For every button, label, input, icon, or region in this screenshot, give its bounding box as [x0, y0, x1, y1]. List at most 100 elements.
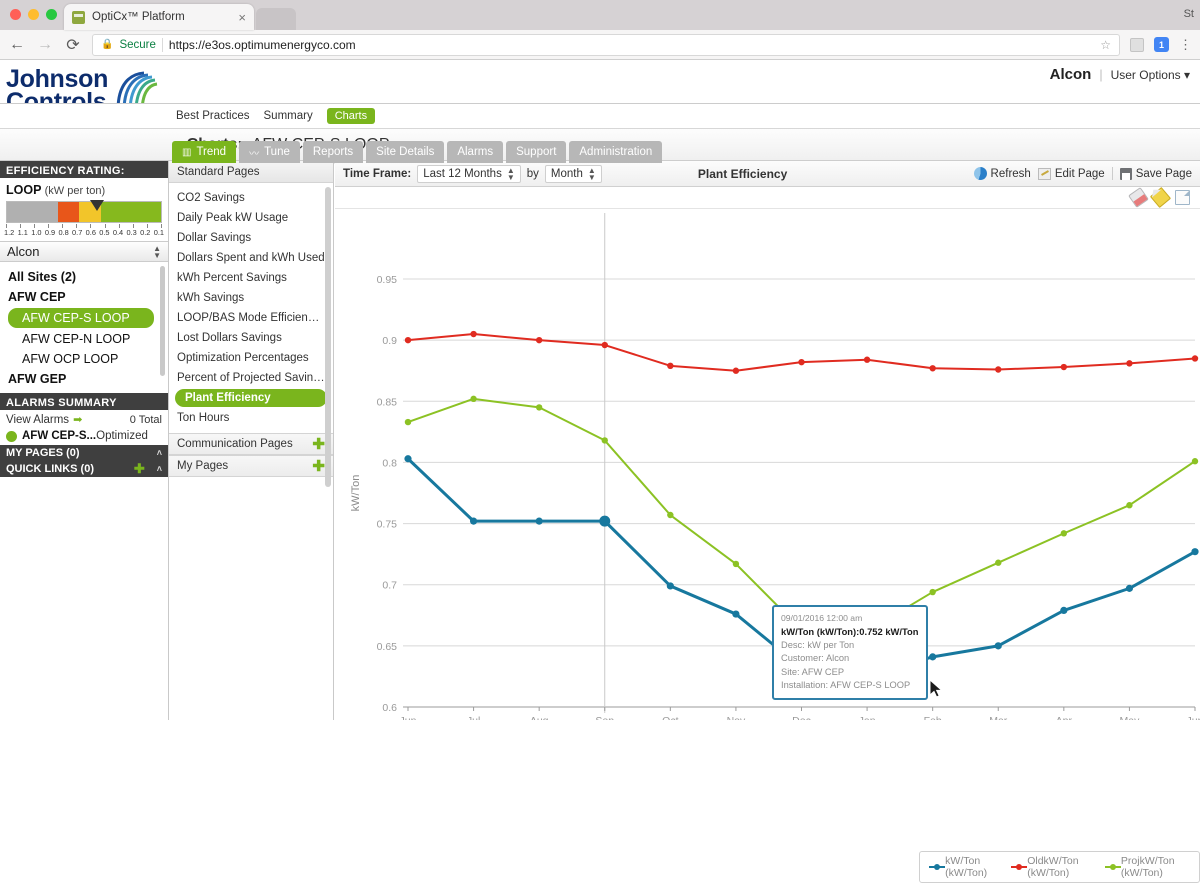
- tab-alarms[interactable]: Alarms: [447, 141, 504, 163]
- plus-icon[interactable]: ✚: [312, 457, 325, 475]
- data-point[interactable]: [1191, 548, 1199, 556]
- data-point[interactable]: [535, 517, 543, 525]
- export-document-icon[interactable]: [1175, 190, 1190, 205]
- data-point[interactable]: [1126, 360, 1133, 367]
- my-pages-section[interactable]: My Pages ✚: [169, 455, 333, 477]
- maximize-window-button[interactable]: [46, 9, 57, 20]
- save-page-button[interactable]: Save Page: [1119, 167, 1192, 180]
- site-item-afw-gep[interactable]: AFW GEP: [0, 369, 168, 389]
- page-item-loop-bas-mode[interactable]: LOOP/BAS Mode Efficiencies: [169, 308, 333, 328]
- refresh-button[interactable]: Refresh: [973, 167, 1031, 180]
- edit-page-button[interactable]: Edit Page: [1037, 167, 1105, 180]
- quick-links-bar[interactable]: QUICK LINKS (0) ✚ ˄: [0, 461, 168, 477]
- window-traffic-lights[interactable]: [10, 9, 57, 20]
- data-point[interactable]: [1125, 584, 1134, 592]
- data-point[interactable]: [666, 582, 674, 590]
- data-point[interactable]: [732, 610, 740, 618]
- sites-scrollbar[interactable]: [160, 266, 165, 376]
- extension-icon[interactable]: [1130, 37, 1144, 52]
- data-point[interactable]: [404, 336, 412, 344]
- legend-item-projkwton[interactable]: ProjkW/Ton (kW/Ton): [1104, 855, 1190, 879]
- page-item-dollars-spent[interactable]: Dollars Spent and kWh Used: [169, 248, 333, 268]
- data-point[interactable]: [995, 366, 1002, 373]
- view-alarms-row[interactable]: View Alarms ➡ 0 Total: [0, 410, 168, 429]
- page-item-kwh-percent-savings[interactable]: kWh Percent Savings: [169, 268, 333, 288]
- page-item-percent-projected[interactable]: Percent of Projected Savings A…: [169, 368, 333, 388]
- reload-icon[interactable]: ⟳: [64, 35, 82, 55]
- plus-icon[interactable]: ✚: [134, 461, 145, 477]
- data-point[interactable]: [1191, 458, 1199, 465]
- tab-trend[interactable]: ▥ Trend: [172, 141, 237, 163]
- line-chart-svg[interactable]: 0.60.650.70.750.80.850.90.95kW/TonJun201…: [335, 209, 1200, 720]
- data-point[interactable]: [929, 653, 937, 661]
- subtab-summary[interactable]: Summary: [264, 110, 313, 122]
- data-point[interactable]: [470, 395, 477, 403]
- communication-pages-section[interactable]: Communication Pages ✚: [169, 433, 333, 455]
- pencil-icon[interactable]: [1149, 186, 1172, 209]
- my-pages-bar[interactable]: MY PAGES (0) ˄: [0, 445, 168, 461]
- page-item-plant-efficiency[interactable]: Plant Efficiency: [175, 389, 327, 407]
- data-point[interactable]: [404, 455, 412, 463]
- time-frame-select[interactable]: Last 12 Months ▲ ▼: [417, 164, 521, 183]
- page-item-co2-savings[interactable]: CO2 Savings: [169, 188, 333, 208]
- panel-scrollbar[interactable]: [325, 187, 331, 487]
- close-icon[interactable]: ×: [232, 10, 246, 25]
- data-point[interactable]: [667, 511, 674, 519]
- data-point[interactable]: [1060, 606, 1068, 614]
- tab-tune[interactable]: 〰 Tune: [239, 141, 300, 163]
- data-point[interactable]: [1060, 530, 1068, 537]
- site-selector-dropdown[interactable]: Alcon ▲ ▼: [0, 241, 168, 262]
- tab-support[interactable]: Support: [506, 141, 567, 163]
- tab-reports[interactable]: Reports: [302, 141, 364, 163]
- site-item-afw-cep-s-loop[interactable]: AFW CEP-S LOOP: [8, 308, 154, 328]
- subtab-charts[interactable]: Charts: [326, 108, 376, 124]
- minimize-window-button[interactable]: [28, 9, 39, 20]
- profile-avatar-icon[interactable]: 1: [1154, 37, 1169, 52]
- data-point[interactable]: [535, 336, 543, 344]
- data-point[interactable]: [404, 418, 412, 426]
- address-bar[interactable]: 🔒 Secure https://e3os.optimumenergyco.co…: [92, 33, 1120, 56]
- subtab-best-practices[interactable]: Best Practices: [176, 110, 250, 122]
- eraser-icon[interactable]: [1128, 187, 1149, 208]
- forward-icon[interactable]: →: [36, 36, 54, 54]
- site-item-afw-cep-n-loop[interactable]: AFW CEP-N LOOP: [0, 329, 168, 349]
- data-point[interactable]: [601, 341, 608, 349]
- page-item-dollar-savings[interactable]: Dollar Savings: [169, 228, 333, 248]
- legend-item-kwton[interactable]: kW/Ton (kW/Ton): [929, 855, 1001, 879]
- data-point[interactable]: [469, 517, 478, 525]
- data-point[interactable]: [995, 559, 1002, 566]
- new-tab-button[interactable]: [256, 8, 296, 30]
- page-item-daily-peak-kw-usage[interactable]: Daily Peak kW Usage: [169, 208, 333, 228]
- bookmark-star-icon[interactable]: ☆: [1100, 38, 1111, 52]
- legend-item-oldkwton[interactable]: OldkW/Ton (kW/Ton): [1011, 855, 1095, 879]
- page-item-kwh-savings[interactable]: kWh Savings: [169, 288, 333, 308]
- data-point[interactable]: [994, 642, 1002, 650]
- browser-tab[interactable]: OptiCx™ Platform ×: [64, 4, 254, 30]
- data-point[interactable]: [929, 588, 936, 596]
- data-point[interactable]: [1126, 502, 1133, 509]
- data-point[interactable]: [929, 365, 936, 372]
- group-by-select[interactable]: Month ▲ ▼: [544, 164, 602, 183]
- tab-site-details[interactable]: Site Details: [366, 141, 445, 163]
- highlighted-data-point[interactable]: [599, 515, 611, 527]
- browser-menu-icon[interactable]: ⋮: [1179, 38, 1192, 51]
- data-point[interactable]: [470, 330, 477, 338]
- site-item-afw-cep[interactable]: AFW CEP: [0, 287, 168, 307]
- page-item-ton-hours[interactable]: Ton Hours: [169, 408, 333, 428]
- plus-icon[interactable]: ✚: [312, 435, 325, 453]
- data-point[interactable]: [667, 362, 674, 370]
- data-point[interactable]: [732, 367, 740, 374]
- data-point[interactable]: [1060, 363, 1068, 371]
- site-item-afw-ocp-loop[interactable]: AFW OCP LOOP: [0, 349, 168, 369]
- back-icon[interactable]: ←: [8, 36, 26, 54]
- page-item-optimization-pct[interactable]: Optimization Percentages: [169, 348, 333, 368]
- page-item-lost-dollars-savings[interactable]: Lost Dollars Savings: [169, 328, 333, 348]
- site-item-all-sites[interactable]: All Sites (2): [0, 267, 168, 287]
- data-point[interactable]: [1191, 355, 1199, 362]
- close-window-button[interactable]: [10, 9, 21, 20]
- data-point[interactable]: [535, 404, 543, 411]
- tab-administration[interactable]: Administration: [569, 141, 663, 163]
- data-point[interactable]: [601, 437, 608, 444]
- chevron-up-icon[interactable]: ˄: [157, 448, 162, 458]
- data-point[interactable]: [863, 356, 871, 363]
